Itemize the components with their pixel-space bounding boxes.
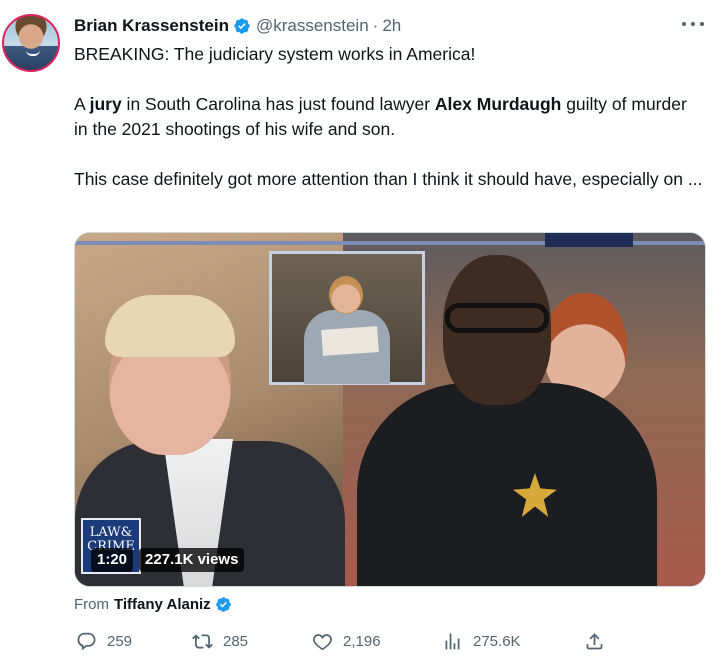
attribution-prefix: From bbox=[74, 595, 109, 613]
video-info: 1:20 227.1K views bbox=[91, 548, 245, 572]
avatar-smile bbox=[26, 50, 40, 56]
tweet-paragraph-2: A jury in South Carolina has just found … bbox=[74, 92, 704, 142]
clerk-head bbox=[329, 276, 363, 314]
more-dot bbox=[700, 22, 704, 26]
share-icon bbox=[586, 632, 603, 649]
share-button[interactable] bbox=[584, 628, 605, 654]
like-button[interactable]: 2,196 bbox=[312, 628, 381, 654]
video-attribution: From Tiffany Alaniz bbox=[74, 594, 232, 614]
text-segment: A bbox=[74, 94, 90, 114]
heart-icon bbox=[313, 633, 332, 650]
verified-badge-icon bbox=[234, 18, 250, 34]
author-avatar[interactable] bbox=[2, 14, 60, 72]
more-dot bbox=[691, 22, 695, 26]
views-count: 275.6K bbox=[473, 632, 521, 650]
reply-icon bbox=[77, 632, 96, 650]
verdict-paper bbox=[321, 326, 379, 356]
views-chart-icon bbox=[445, 633, 460, 649]
officer-glasses bbox=[445, 303, 549, 333]
tweet-paragraph-3: This case definitely got more attention … bbox=[74, 169, 703, 189]
retweet-button[interactable]: 285 bbox=[192, 628, 248, 654]
reply-count: 259 bbox=[107, 632, 133, 650]
tweet-body: BREAKING: The judiciary system works in … bbox=[74, 42, 704, 217]
retweet-icon bbox=[192, 633, 213, 649]
more-options-icon[interactable] bbox=[682, 18, 704, 30]
tweet-paragraph-1: BREAKING: The judiciary system works in … bbox=[74, 44, 476, 64]
video-caption-box bbox=[545, 233, 633, 247]
video-player[interactable]: LAW& CRIME 1:20 227.1K views bbox=[74, 232, 706, 587]
like-count: 2,196 bbox=[343, 632, 381, 650]
video-duration: 1:20 bbox=[91, 548, 134, 572]
tweet-timestamp[interactable]: 2h bbox=[382, 16, 401, 36]
officer-uniform bbox=[357, 383, 657, 586]
views-button[interactable]: 275.6K bbox=[442, 628, 521, 654]
tweet-actions: 259 285 2,196 275.6K bbox=[74, 628, 614, 654]
text-segment: in South Carolina has just found lawyer bbox=[121, 94, 435, 114]
more-dot bbox=[682, 22, 686, 26]
header-separator: · bbox=[372, 16, 379, 35]
attribution-name[interactable]: Tiffany Alaniz bbox=[114, 596, 211, 613]
logo-line-1: LAW& bbox=[89, 525, 133, 540]
video-inset bbox=[269, 251, 425, 385]
bold-jury: jury bbox=[89, 94, 122, 114]
verified-badge-icon bbox=[215, 596, 231, 612]
defendant-hair bbox=[105, 295, 235, 357]
author-display-name[interactable]: Brian Krassenstein bbox=[74, 16, 229, 36]
author-handle[interactable]: @krassenstein bbox=[256, 16, 369, 36]
reply-button[interactable]: 259 bbox=[76, 628, 132, 654]
video-view-count: 227.1K views bbox=[139, 548, 245, 572]
bold-name: Alex Murdaugh bbox=[434, 94, 562, 114]
tweet-header: Brian Krassenstein @krassenstein · 2h bbox=[74, 15, 401, 37]
retweet-count: 285 bbox=[223, 632, 249, 650]
